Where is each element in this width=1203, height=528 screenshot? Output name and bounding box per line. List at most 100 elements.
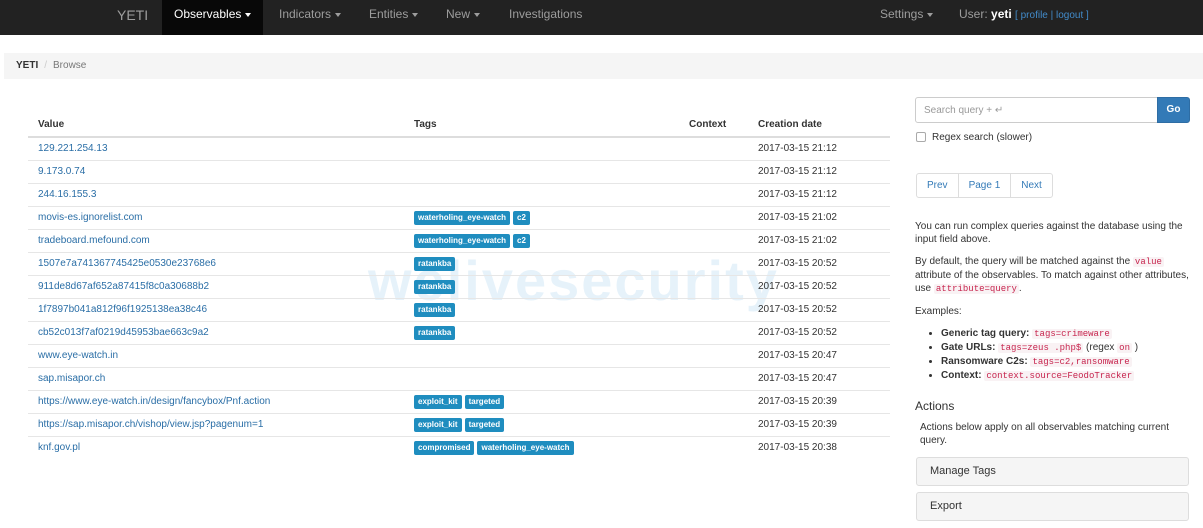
tag-badge[interactable]: c2 <box>513 210 530 225</box>
creation-date-cell: 2017-03-15 21:12 <box>748 136 890 160</box>
tag-badge[interactable]: ratankba <box>414 325 456 340</box>
column-header-context: Context <box>679 113 748 138</box>
table-row[interactable]: 9.173.0.74 2017-03-15 21:12 <box>28 159 890 183</box>
context-cell <box>679 136 748 160</box>
example-label: Generic tag query: <box>941 328 1030 339</box>
creation-date-cell: 2017-03-15 20:47 <box>748 343 890 367</box>
context-cell <box>679 274 748 298</box>
context-cell <box>679 228 748 252</box>
observable-value-cell: 911de8d67af652a87415f8c0a30688b2 <box>28 274 404 298</box>
tags-cell: waterholing_eye-watch c2 <box>404 205 679 229</box>
next-button[interactable]: Next <box>1011 174 1052 197</box>
regex-checkbox[interactable] <box>916 132 926 143</box>
observable-value-cell: knf.gov.pl <box>28 435 404 459</box>
observable-link[interactable]: www.eye-watch.in <box>38 350 118 361</box>
example-label: Ransomware C2s: <box>941 356 1028 367</box>
observable-link[interactable]: https://sap.misapor.ch/vishop/view.jsp?p… <box>38 419 263 430</box>
tag-badge[interactable]: ratankba <box>414 302 456 317</box>
example-item: Ransomware C2s: tags=c2,ransomware <box>941 355 1195 369</box>
observable-link[interactable]: https://www.eye-watch.in/design/fancybox… <box>38 396 270 407</box>
observable-value-cell: movis-es.ignorelist.com <box>28 205 404 229</box>
observable-link[interactable]: tradeboard.mefound.com <box>38 235 150 246</box>
nav-indicators[interactable]: Indicators <box>267 0 353 35</box>
brand-logo[interactable]: YETI <box>117 7 148 23</box>
table-row[interactable]: sap.misapor.ch 2017-03-15 20:47 <box>28 366 890 390</box>
table-row[interactable]: 129.221.254.13 2017-03-15 21:12 <box>28 136 890 160</box>
observable-link[interactable]: sap.misapor.ch <box>38 373 105 384</box>
nav-entities-label: Entities <box>369 7 409 21</box>
help-code-attribute: attribute=query <box>933 284 1019 294</box>
observable-value-cell: 1f7897b041a812f96f1925138ea38c46 <box>28 297 404 321</box>
observable-value-cell: 129.221.254.13 <box>28 136 404 160</box>
tags-cell <box>404 136 679 160</box>
tags-cell <box>404 343 679 367</box>
breadcrumb-home[interactable]: YETI <box>16 60 38 71</box>
pagination: Prev Page 1 Next <box>916 173 1053 198</box>
nav-settings[interactable]: Settings <box>868 0 945 35</box>
prev-button[interactable]: Prev <box>917 174 959 197</box>
creation-date-cell: 2017-03-15 20:39 <box>748 412 890 436</box>
tags-cell: ratankba <box>404 274 679 298</box>
page-indicator[interactable]: Page 1 <box>959 174 1012 197</box>
export-button[interactable]: Export <box>916 492 1189 521</box>
table-row[interactable]: 911de8d67af652a87415f8c0a30688b2 ratankba… <box>28 274 890 298</box>
tags-cell: compromised waterholing_eye-watch <box>404 435 679 459</box>
tag-badge[interactable]: targeted <box>464 417 505 432</box>
caret-down-icon <box>245 12 252 17</box>
observable-link[interactable]: 9.173.0.74 <box>38 166 85 177</box>
manage-tags-button[interactable]: Manage Tags <box>916 457 1189 486</box>
table-row[interactable]: 1f7897b041a812f96f1925138ea38c46 ratankba… <box>28 297 890 321</box>
regex-option[interactable]: Regex search (slower) <box>916 132 1032 143</box>
context-cell <box>679 182 748 206</box>
creation-date-cell: 2017-03-15 21:12 <box>748 182 890 206</box>
tag-badge[interactable]: exploit_kit <box>414 394 462 409</box>
context-cell <box>679 159 748 183</box>
observable-link[interactable]: movis-es.ignorelist.com <box>38 212 142 223</box>
table-row[interactable]: tradeboard.mefound.com waterholing_eye-wa… <box>28 228 890 252</box>
example-item: Gate URLs: tags=zeus .php$ (regex on ) <box>941 341 1195 355</box>
observable-link[interactable]: 911de8d67af652a87415f8c0a30688b2 <box>38 281 209 292</box>
logout-link[interactable]: logout <box>1056 10 1083 21</box>
table-row[interactable]: www.eye-watch.in 2017-03-15 20:47 <box>28 343 890 367</box>
nav-observables[interactable]: Observables <box>162 0 264 35</box>
tag-badge[interactable]: c2 <box>513 233 530 248</box>
tag-badge[interactable]: compromised <box>414 440 475 455</box>
observable-link[interactable]: cb52c013f7af0219d45953bae663c9a2 <box>38 327 209 338</box>
observable-value-cell: cb52c013f7af0219d45953bae663c9a2 <box>28 320 404 344</box>
tag-badge[interactable]: targeted <box>464 394 505 409</box>
table-row[interactable]: https://sap.misapor.ch/vishop/view.jsp?p… <box>28 412 890 436</box>
search-input[interactable] <box>915 97 1158 123</box>
example-code: tags=c2,ransomware <box>1030 357 1132 367</box>
observable-link[interactable]: knf.gov.pl <box>38 442 80 453</box>
tag-badge[interactable]: waterholing_eye-watch <box>477 440 574 455</box>
observable-link[interactable]: 244.16.155.3 <box>38 189 96 200</box>
nav-investigations[interactable]: Investigations <box>497 0 594 35</box>
observable-value-cell: tradeboard.mefound.com <box>28 228 404 252</box>
tag-badge[interactable]: waterholing_eye-watch <box>414 233 511 248</box>
profile-link[interactable]: profile <box>1021 10 1048 21</box>
nav-investigations-label: Investigations <box>509 7 583 21</box>
tag-badge[interactable]: ratankba <box>414 256 456 271</box>
table-row[interactable]: 1507e7a741367745425e0530e23768e6 ratankba… <box>28 251 890 275</box>
table-row[interactable]: knf.gov.pl compromised waterholing_eye-wat… <box>28 435 890 459</box>
context-cell <box>679 297 748 321</box>
context-cell <box>679 251 748 275</box>
nav-new[interactable]: New <box>434 0 492 35</box>
nav-entities[interactable]: Entities <box>357 0 430 35</box>
tag-badge[interactable]: waterholing_eye-watch <box>414 210 511 225</box>
observable-link[interactable]: 1507e7a741367745425e0530e23768e6 <box>38 258 216 269</box>
help-default-text-1: By default, the query will be matched ag… <box>915 256 1131 267</box>
observable-link[interactable]: 129.221.254.13 <box>38 143 108 154</box>
observable-value-cell: https://www.eye-watch.in/design/fancybox… <box>28 389 404 413</box>
help-default-text-3: . <box>1018 283 1022 294</box>
table-row[interactable]: 244.16.155.3 2017-03-15 21:12 <box>28 182 890 206</box>
table-row[interactable]: movis-es.ignorelist.com waterholing_eye-w… <box>28 205 890 229</box>
nav-settings-label: Settings <box>880 7 924 21</box>
username: yeti <box>991 7 1012 21</box>
tag-badge[interactable]: ratankba <box>414 279 456 294</box>
observable-link[interactable]: 1f7897b041a812f96f1925138ea38c46 <box>38 304 207 315</box>
table-row[interactable]: https://www.eye-watch.in/design/fancybox… <box>28 389 890 413</box>
table-row[interactable]: cb52c013f7af0219d45953bae663c9a2 ratankba… <box>28 320 890 344</box>
go-button[interactable]: Go <box>1157 97 1190 123</box>
tag-badge[interactable]: exploit_kit <box>414 417 462 432</box>
